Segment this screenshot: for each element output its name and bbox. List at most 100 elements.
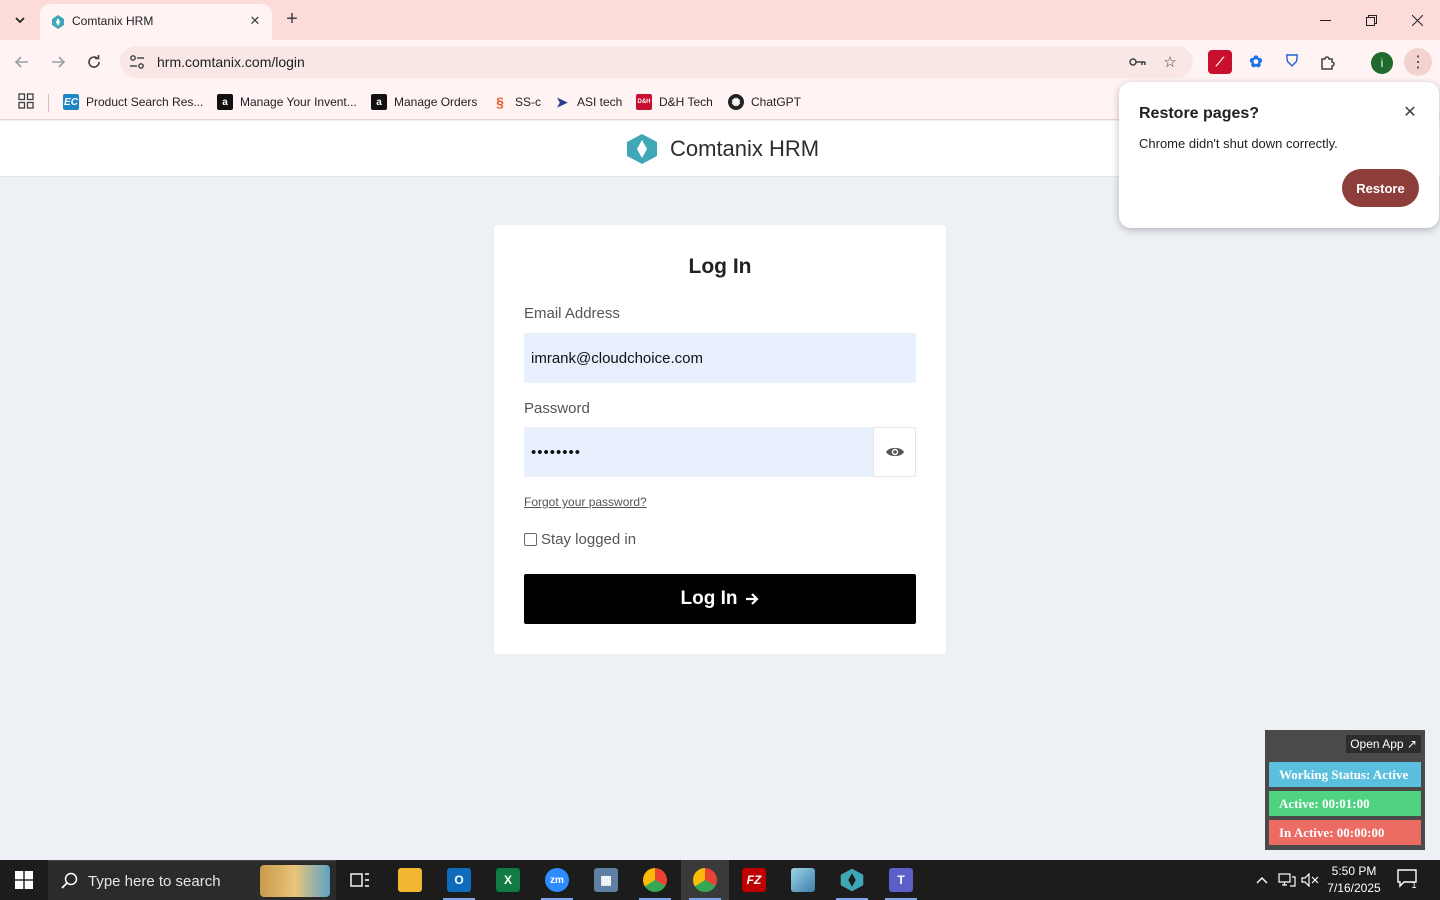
bookmarks-separator xyxy=(48,94,49,112)
taskbar-comtanix[interactable] xyxy=(828,860,876,900)
profile-avatar[interactable]: i xyxy=(1371,52,1393,74)
taskbar-search-placeholder: Type here to search xyxy=(88,873,221,890)
taskbar-calculator[interactable]: ▦ xyxy=(582,860,630,900)
taskbar-search[interactable]: Type here to search xyxy=(48,860,336,900)
popup-close-icon[interactable]: ✕ xyxy=(1400,102,1420,122)
taskbar-file-explorer[interactable] xyxy=(386,860,434,900)
taskbar-chrome[interactable] xyxy=(631,860,679,900)
shield-extension-icon[interactable]: ⛉ xyxy=(1280,50,1304,74)
tab-search-button[interactable] xyxy=(6,6,34,34)
bookmark-product-search[interactable]: EC Product Search Res... xyxy=(63,92,203,112)
show-password-button[interactable] xyxy=(873,427,916,477)
apps-grid-icon[interactable] xyxy=(18,93,34,109)
bookmark-chatgpt[interactable]: ✺ ChatGPT xyxy=(728,92,801,112)
notes-app-icon xyxy=(791,868,815,892)
clock-date: 7/16/2025 xyxy=(1327,881,1381,895)
taskbar-chrome-active[interactable] xyxy=(681,860,729,900)
taskbar-teams[interactable]: T xyxy=(877,860,925,900)
task-view-button[interactable] xyxy=(336,860,384,900)
password-field[interactable] xyxy=(524,427,873,477)
search-icon xyxy=(61,872,78,889)
amazon-icon: a xyxy=(371,94,387,110)
search-highlight-image xyxy=(260,865,330,897)
windows-taskbar: Type here to search O X zm ▦ FZ T 5:50 P… xyxy=(0,860,1440,900)
bookmark-star-icon[interactable]: ☆ xyxy=(1160,52,1180,72)
start-button[interactable] xyxy=(0,860,48,900)
bookmark-ss-c[interactable]: § SS-c xyxy=(492,92,541,112)
restore-window-button[interactable] xyxy=(1348,0,1394,40)
restore-window-icon xyxy=(1365,14,1377,26)
chatgpt-icon: ✺ xyxy=(728,94,744,110)
bookmark-label: Manage Your Invent... xyxy=(240,95,357,109)
working-status: Working Status: Active xyxy=(1269,762,1421,787)
notification-count-badge: 1 xyxy=(1411,880,1417,890)
minimize-button[interactable] xyxy=(1302,0,1348,40)
open-app-button[interactable]: Open App ↗ xyxy=(1346,735,1421,753)
chrome-menu-icon[interactable]: ⋮ xyxy=(1404,48,1432,76)
comtanix-favicon-icon xyxy=(52,15,64,29)
popup-title: Restore pages? xyxy=(1139,105,1260,122)
acrobat-extension-icon[interactable]: ⟋ xyxy=(1208,50,1232,74)
browser-tab-active[interactable]: Comtanix HRM ✕ xyxy=(40,4,272,40)
login-title: Log In xyxy=(688,255,752,278)
close-window-button[interactable] xyxy=(1394,0,1440,40)
popup-message: Chrome didn't shut down correctly. xyxy=(1139,136,1338,151)
extension-blue-icon[interactable]: ✿ xyxy=(1244,50,1268,74)
taskbar-excel[interactable]: X xyxy=(484,860,532,900)
volume-muted-icon[interactable] xyxy=(1300,870,1320,890)
clock-time: 5:50 PM xyxy=(1331,864,1377,878)
bookmark-label: SS-c xyxy=(515,95,542,109)
arrow-left-icon xyxy=(14,56,28,68)
minimize-icon xyxy=(1319,19,1331,21)
bookmark-label: Product Search Res... xyxy=(86,95,204,109)
excel-icon: X xyxy=(496,868,520,892)
email-field[interactable] xyxy=(524,333,916,383)
chrome-icon xyxy=(693,868,717,892)
amazon-icon: a xyxy=(217,94,233,110)
zoom-icon: zm xyxy=(545,868,569,892)
outlook-icon: O xyxy=(447,868,471,892)
asi-arrow-icon: ➤ xyxy=(556,93,568,110)
brand[interactable]: Comtanix HRM xyxy=(626,134,819,164)
bookmark-manage-inventory[interactable]: a Manage Your Invent... xyxy=(217,92,357,112)
tray-chevron-up-icon[interactable] xyxy=(1252,870,1272,890)
restore-button[interactable]: Restore xyxy=(1342,169,1419,207)
brand-name: Comtanix HRM xyxy=(670,136,820,161)
calculator-icon: ▦ xyxy=(594,868,618,892)
active-timer: Active: 00:01:00 xyxy=(1269,791,1421,816)
password-key-icon[interactable] xyxy=(1128,52,1148,72)
chrome-icon xyxy=(643,868,667,892)
password-label: Password xyxy=(524,400,590,417)
taskbar-filezilla[interactable]: FZ xyxy=(730,860,778,900)
ec-icon: EC xyxy=(63,94,79,110)
taskbar-clock[interactable]: 5:50 PM 7/16/2025 xyxy=(1322,863,1386,897)
network-icon[interactable] xyxy=(1277,870,1297,890)
address-bar[interactable]: hrm.comtanix.com/login ☆ xyxy=(120,46,1193,78)
forward-button[interactable] xyxy=(44,48,72,76)
comtanix-icon xyxy=(840,868,864,892)
bookmark-label: ChatGPT xyxy=(751,95,802,109)
close-icon xyxy=(1411,14,1423,26)
bookmark-dh-tech[interactable]: D&H D&H Tech xyxy=(636,92,713,112)
forgot-password-link[interactable]: Forgot your password? xyxy=(524,495,647,509)
browser-toolbar: hrm.comtanix.com/login ☆ ⟋ ✿ ⛉ i ⋮ xyxy=(0,40,1440,84)
taskbar-outlook[interactable]: O xyxy=(435,860,483,900)
chevron-down-icon xyxy=(15,17,25,24)
taskbar-notes-app[interactable] xyxy=(779,860,827,900)
stay-logged-in[interactable]: Stay logged in xyxy=(524,531,636,548)
email-label: Email Address xyxy=(524,305,620,322)
bookmark-asi-tech[interactable]: ➤ ASI tech xyxy=(554,92,622,112)
tab-close-icon[interactable]: ✕ xyxy=(246,12,264,30)
bookmark-manage-orders[interactable]: a Manage Orders xyxy=(371,92,477,112)
site-settings-icon[interactable] xyxy=(128,53,146,71)
back-button[interactable] xyxy=(8,48,36,76)
login-button[interactable]: Log In xyxy=(524,574,916,624)
taskbar-zoom[interactable]: zm xyxy=(533,860,581,900)
reload-button[interactable] xyxy=(80,48,108,76)
stay-logged-in-checkbox[interactable] xyxy=(524,533,537,546)
time-tracker-widget: Open App ↗ Working Status: Active Active… xyxy=(1265,730,1425,850)
new-tab-button[interactable]: + xyxy=(280,7,304,31)
bookmark-label: D&H Tech xyxy=(659,95,713,109)
extensions-puzzle-icon[interactable] xyxy=(1316,50,1340,74)
bookmark-label: ASI tech xyxy=(577,95,623,109)
